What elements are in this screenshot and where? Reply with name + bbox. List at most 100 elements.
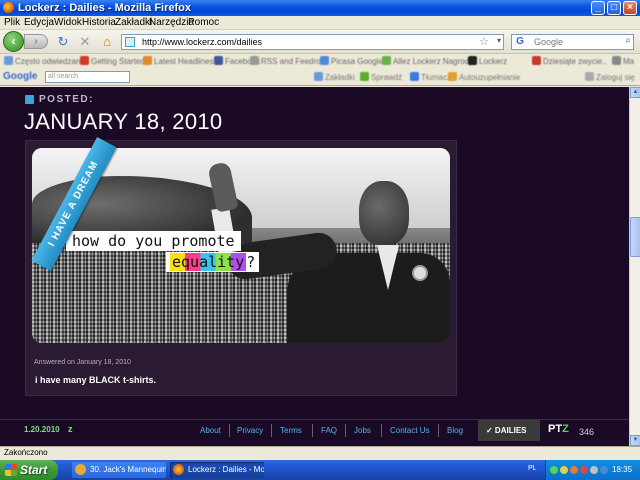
google-tool-item[interactable]: Tłumacz <box>410 72 451 82</box>
url-input[interactable] <box>142 36 472 48</box>
tray-network-icon[interactable] <box>550 466 558 474</box>
ptz-count: 346 <box>579 427 595 437</box>
back-button[interactable]: ‹ <box>3 31 24 52</box>
menu-edycja[interactable]: Edycja <box>24 17 54 28</box>
posted-icon <box>25 95 34 104</box>
answered-on: Answered on January 18, 2010 <box>34 359 131 366</box>
bookmark-item[interactable]: RSS and Feedroll <box>250 56 324 66</box>
menu-bar: Plik Edycja Widok Historia Zakładki Narz… <box>0 16 640 30</box>
close-button[interactable]: × <box>623 1 637 15</box>
firefox-icon <box>173 464 184 475</box>
menu-plik[interactable]: Plik <box>4 17 20 28</box>
footer-link-about[interactable]: About <box>200 426 221 435</box>
search-input[interactable] <box>534 36 624 48</box>
footer-link-blog[interactable]: Blog <box>447 426 463 435</box>
url-bar[interactable]: ☆ ▾ <box>121 34 504 50</box>
site-identity-icon[interactable] <box>125 37 135 47</box>
footer-separator <box>229 424 230 437</box>
search-icon[interactable]: ⌕ <box>625 35 631 46</box>
ptz-logo[interactable]: PTZ <box>548 423 569 435</box>
navigation-toolbar: ‹ › ↻ ✕ ⌂ ☆ ▾ G ⌕ <box>0 30 640 54</box>
footer-link-jobs[interactable]: Jobs <box>354 426 371 435</box>
question-line-2: equality? <box>166 252 260 272</box>
footer-separator <box>312 424 313 437</box>
bookmark-item[interactable]: Getting Started <box>80 56 145 66</box>
menu-widok[interactable]: Widok <box>54 17 82 28</box>
bookmark-item[interactable]: Lockerz <box>468 56 507 66</box>
footer-separator <box>438 424 439 437</box>
maximize-button[interactable]: □ <box>607 1 621 15</box>
media-player-icon <box>75 464 86 475</box>
title-bar: Lockerz : Dailies - Mozilla Firefox _ □ … <box>0 0 640 16</box>
start-button[interactable]: Start <box>0 460 58 480</box>
daily-card: how do you promote equality? I HAVE A DR… <box>25 137 457 396</box>
bookmark-item[interactable]: Picasa Google <box>320 56 383 66</box>
bookmark-item[interactable]: Allez Lockerz Nagrody <box>382 56 473 66</box>
taskbar-item-firefox[interactable]: Lockerz : Dailies - Mo... <box>170 462 264 478</box>
vertical-scrollbar[interactable]: ▲ ▼ <box>629 87 640 446</box>
speaker-head <box>359 181 409 245</box>
menu-zakladki[interactable]: Zakładki <box>115 17 152 28</box>
google-tool-item[interactable]: Autouzupełnianie <box>448 72 520 82</box>
page-content: POSTED: JANUARY 18, 2010 how do you prom… <box>0 87 629 446</box>
footer-link-terms[interactable]: Terms <box>280 426 302 435</box>
scroll-down-arrow-icon[interactable]: ▼ <box>630 435 640 446</box>
home-icon[interactable]: ⌂ <box>100 35 114 49</box>
taskbar-item-label: Lockerz : Dailies - Mo... <box>188 465 264 474</box>
stop-icon[interactable]: ✕ <box>78 35 92 49</box>
bookmark-star-icon[interactable]: ☆ <box>479 35 489 48</box>
google-tool-item[interactable]: Sprawdź <box>360 72 402 82</box>
forward-button[interactable]: › <box>24 34 48 49</box>
footer-date: 1.20.2010 <box>24 425 60 434</box>
post-date: JANUARY 18, 2010 <box>24 109 223 134</box>
google-engine-icon[interactable]: G <box>514 36 526 48</box>
question-equality-word: equality <box>170 253 247 271</box>
footer-separator <box>381 424 382 437</box>
menu-historia[interactable]: Historia <box>82 17 116 28</box>
status-text: Zakończono <box>4 448 48 457</box>
tray-volume-icon[interactable] <box>590 466 598 474</box>
tray-app-icon[interactable] <box>570 466 578 474</box>
answer-text: i have many BLACK t-shirts. <box>35 375 157 385</box>
scroll-thumb[interactable] <box>630 217 640 257</box>
footer-separator <box>345 424 346 437</box>
footer-link-faq[interactable]: FAQ <box>321 426 337 435</box>
firefox-window: Lockerz : Dailies - Mozilla Firefox _ □ … <box>0 0 640 480</box>
google-tool-item[interactable]: Zaloguj się <box>585 72 635 82</box>
posted-label: POSTED: <box>39 94 94 105</box>
ptz-z: Z <box>562 423 569 435</box>
footer-separator <box>271 424 272 437</box>
tray-clock: 18:35 <box>612 465 633 474</box>
speaker-badge <box>412 265 428 281</box>
reload-icon[interactable]: ↻ <box>56 35 70 49</box>
google-toolbar-search[interactable]: all search <box>45 71 130 83</box>
tray-security-icon[interactable] <box>580 466 588 474</box>
windows-taskbar: Start 30. Jack's Mannequin... Lockerz : … <box>0 460 640 480</box>
footer-link-contact[interactable]: Contact Us <box>390 426 430 435</box>
scroll-up-arrow-icon[interactable]: ▲ <box>630 87 640 98</box>
taskbar-item-music[interactable]: 30. Jack's Mannequin... <box>72 462 166 478</box>
footer-z-icon: z <box>68 424 73 434</box>
page-footer: 1.20.2010 z About Privacy Terms FAQ Jobs… <box>0 419 629 441</box>
tray-status-icon[interactable] <box>560 466 568 474</box>
tray-messenger-icon[interactable] <box>600 466 608 474</box>
menu-pomoc[interactable]: Pomoc <box>188 17 219 28</box>
system-tray: PL 18:35 <box>528 460 640 480</box>
status-bar: Zakończono <box>0 446 640 460</box>
taskbar-item-label: 30. Jack's Mannequin... <box>90 465 166 474</box>
google-tool-item[interactable]: Zakładki <box>314 72 355 82</box>
bookmark-item[interactable]: Dziesiąte zwycie.. <box>532 56 607 66</box>
search-bar[interactable]: G ⌕ <box>511 34 634 50</box>
google-toolbar-logo[interactable]: Google <box>3 71 37 82</box>
minimize-button[interactable]: _ <box>591 1 605 15</box>
language-indicator[interactable]: PL <box>528 465 537 472</box>
footer-link-privacy[interactable]: Privacy <box>237 426 263 435</box>
dailies-tab[interactable]: ✓ DAILIES <box>478 420 540 441</box>
bookmark-item[interactable]: Często odwiedzane <box>4 56 85 66</box>
google-toolbar: Google all search Zakładki Sprawdź Tłuma… <box>0 69 640 86</box>
ptz-label: PT <box>548 423 563 435</box>
bookmark-item[interactable]: Latest Headlines <box>143 56 214 66</box>
bookmark-item[interactable]: Ma <box>612 56 634 66</box>
windows-logo-icon <box>5 464 17 476</box>
url-dropdown-icon[interactable]: ▾ <box>497 36 501 45</box>
